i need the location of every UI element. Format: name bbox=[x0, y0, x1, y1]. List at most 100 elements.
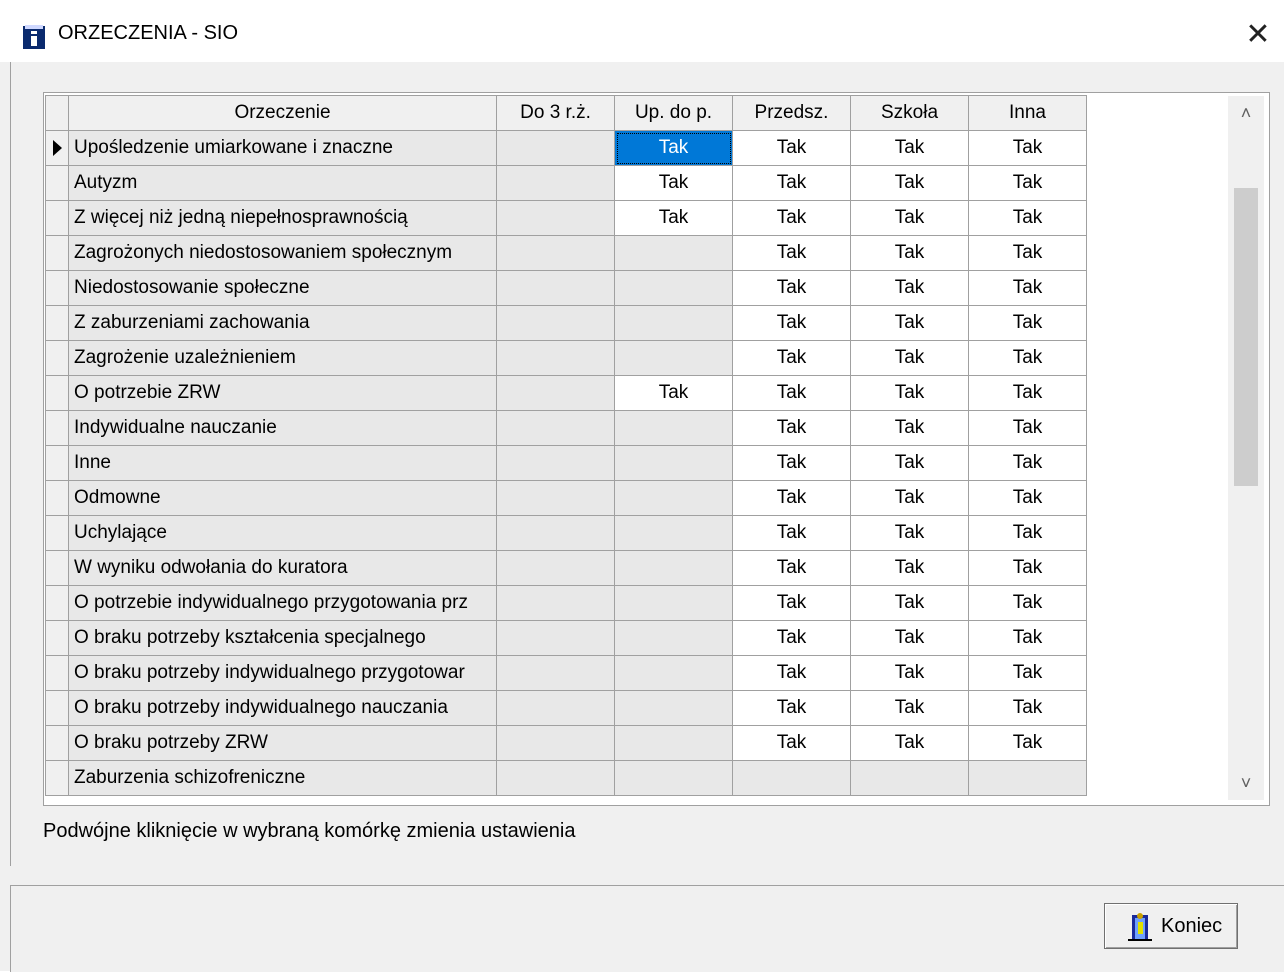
grid-cell[interactable]: Tak bbox=[968, 585, 1087, 621]
grid-cell[interactable]: Tak bbox=[968, 550, 1087, 586]
scroll-thumb[interactable] bbox=[1234, 188, 1258, 486]
grid-cell[interactable]: Tak bbox=[968, 165, 1087, 201]
grid-cell[interactable] bbox=[968, 760, 1087, 796]
column-header-inna[interactable]: Inna bbox=[968, 95, 1087, 131]
grid-row[interactable]: Uchylające Tak Tak Tak bbox=[45, 515, 1087, 551]
grid-cell[interactable] bbox=[496, 165, 615, 201]
grid-cell[interactable]: Tak bbox=[732, 305, 851, 341]
grid-cell[interactable] bbox=[614, 690, 733, 726]
grid-cell[interactable]: Tak bbox=[968, 340, 1087, 376]
grid-cell[interactable] bbox=[614, 410, 733, 446]
ruling-name-cell[interactable]: Zaburzenia schizofreniczne bbox=[68, 760, 497, 796]
grid-cell[interactable] bbox=[614, 480, 733, 516]
row-indicator[interactable] bbox=[45, 445, 69, 481]
vertical-scrollbar[interactable]: ˄ ˅ bbox=[1228, 96, 1264, 800]
grid-cell[interactable]: Tak bbox=[850, 445, 969, 481]
grid-cell[interactable]: Tak bbox=[968, 480, 1087, 516]
grid-cell[interactable] bbox=[496, 200, 615, 236]
grid-row[interactable]: O braku potrzeby ZRW Tak Tak Tak bbox=[45, 725, 1087, 761]
ruling-name-cell[interactable]: Indywidualne nauczanie bbox=[68, 410, 497, 446]
grid-cell[interactable]: Tak bbox=[968, 410, 1087, 446]
grid-cell[interactable]: Tak bbox=[968, 445, 1087, 481]
grid-cell[interactable] bbox=[496, 235, 615, 271]
grid-cell[interactable]: Tak bbox=[850, 165, 969, 201]
grid-cell[interactable]: Tak bbox=[850, 655, 969, 691]
grid-row[interactable]: W wyniku odwołania do kuratora Tak Tak Tak bbox=[45, 550, 1087, 586]
grid-cell[interactable] bbox=[614, 445, 733, 481]
grid-cell[interactable] bbox=[496, 585, 615, 621]
ruling-name-cell[interactable]: O potrzebie indywidualnego przygotowania… bbox=[68, 585, 497, 621]
grid-row[interactable]: Z zaburzeniami zachowania Tak Tak Tak bbox=[45, 305, 1087, 341]
grid-cell[interactable] bbox=[496, 270, 615, 306]
row-indicator[interactable] bbox=[45, 480, 69, 516]
ruling-name-cell[interactable]: O potrzebie ZRW bbox=[68, 375, 497, 411]
grid-row[interactable]: Odmowne Tak Tak Tak bbox=[45, 480, 1087, 516]
grid-cell[interactable] bbox=[496, 655, 615, 691]
row-indicator[interactable] bbox=[45, 515, 69, 551]
column-header-do3rz[interactable]: Do 3 r.ż. bbox=[496, 95, 615, 131]
ruling-name-cell[interactable]: Zagrożonych niedostosowaniem społecznym bbox=[68, 235, 497, 271]
grid-cell[interactable]: Tak bbox=[968, 725, 1087, 761]
grid-cell[interactable] bbox=[496, 305, 615, 341]
row-indicator[interactable] bbox=[45, 760, 69, 796]
grid-cell[interactable]: Tak bbox=[732, 655, 851, 691]
koniec-button[interactable]: Koniec bbox=[1104, 903, 1238, 949]
grid-cell[interactable]: Tak bbox=[850, 305, 969, 341]
grid-cell[interactable]: Tak bbox=[968, 270, 1087, 306]
grid-cell[interactable] bbox=[496, 550, 615, 586]
grid-cell[interactable]: Tak bbox=[850, 690, 969, 726]
grid-cell[interactable]: Tak bbox=[850, 410, 969, 446]
column-header-orzeczenie[interactable]: Orzeczenie bbox=[68, 95, 497, 131]
grid-row[interactable]: O braku potrzeby kształcenia specjalnego… bbox=[45, 620, 1087, 656]
grid-cell[interactable]: Tak bbox=[968, 620, 1087, 656]
ruling-name-cell[interactable]: Niedostosowanie społeczne bbox=[68, 270, 497, 306]
grid-cell[interactable]: Tak bbox=[850, 515, 969, 551]
ruling-name-cell[interactable]: Z więcej niż jedną niepełnosprawnością bbox=[68, 200, 497, 236]
grid-row[interactable]: Zagrożonych niedostosowaniem społecznym T… bbox=[45, 235, 1087, 271]
row-indicator[interactable] bbox=[45, 655, 69, 691]
row-indicator[interactable] bbox=[45, 375, 69, 411]
grid-cell[interactable]: Tak bbox=[968, 655, 1087, 691]
grid-row[interactable]: Zagrożenie uzależnieniem Tak Tak Tak bbox=[45, 340, 1087, 376]
grid-cell[interactable]: Tak bbox=[614, 375, 733, 411]
grid-cell[interactable] bbox=[496, 375, 615, 411]
ruling-name-cell[interactable]: Upośledzenie umiarkowane i znaczne bbox=[68, 130, 497, 166]
grid-cell[interactable] bbox=[496, 725, 615, 761]
grid-cell[interactable] bbox=[614, 305, 733, 341]
ruling-name-cell[interactable]: O braku potrzeby indywidualnego nauczani… bbox=[68, 690, 497, 726]
grid-row[interactable]: O potrzebie ZRW Tak Tak Tak Tak bbox=[45, 375, 1087, 411]
row-indicator[interactable] bbox=[45, 340, 69, 376]
grid-cell[interactable]: Tak bbox=[850, 725, 969, 761]
ruling-name-cell[interactable]: Inne bbox=[68, 445, 497, 481]
grid-row[interactable]: Autyzm Tak Tak Tak Tak bbox=[45, 165, 1087, 201]
grid-cell[interactable]: Tak bbox=[732, 515, 851, 551]
grid-cell[interactable] bbox=[496, 340, 615, 376]
grid-cell[interactable]: Tak bbox=[732, 375, 851, 411]
grid-cell[interactable]: Tak bbox=[968, 305, 1087, 341]
grid-cell[interactable] bbox=[614, 760, 733, 796]
grid-cell[interactable]: Tak bbox=[732, 585, 851, 621]
grid-cell[interactable]: Tak bbox=[732, 200, 851, 236]
grid-row[interactable]: Z więcej niż jedną niepełnosprawnością Ta… bbox=[45, 200, 1087, 236]
grid-cell[interactable]: Tak bbox=[732, 550, 851, 586]
row-indicator[interactable] bbox=[45, 270, 69, 306]
grid-cell[interactable] bbox=[496, 480, 615, 516]
grid-cell[interactable]: Tak bbox=[732, 620, 851, 656]
grid-cell[interactable]: Tak bbox=[968, 130, 1087, 166]
row-indicator[interactable] bbox=[45, 585, 69, 621]
close-icon[interactable]: ✕ bbox=[1242, 20, 1274, 52]
ruling-name-cell[interactable]: Zagrożenie uzależnieniem bbox=[68, 340, 497, 376]
grid-cell[interactable] bbox=[614, 620, 733, 656]
scroll-up-icon[interactable]: ˄ bbox=[1228, 96, 1264, 130]
grid-cell[interactable]: Tak bbox=[850, 270, 969, 306]
grid-cell[interactable]: Tak bbox=[614, 130, 733, 166]
grid-cell[interactable]: Tak bbox=[732, 725, 851, 761]
row-indicator[interactable] bbox=[45, 235, 69, 271]
row-indicator[interactable] bbox=[45, 305, 69, 341]
grid-cell[interactable]: Tak bbox=[850, 375, 969, 411]
grid-cell[interactable] bbox=[614, 235, 733, 271]
row-indicator[interactable] bbox=[45, 130, 69, 166]
grid-row[interactable]: O potrzebie indywidualnego przygotowania… bbox=[45, 585, 1087, 621]
ruling-name-cell[interactable]: O braku potrzeby indywidualnego przygoto… bbox=[68, 655, 497, 691]
grid-cell[interactable] bbox=[496, 130, 615, 166]
